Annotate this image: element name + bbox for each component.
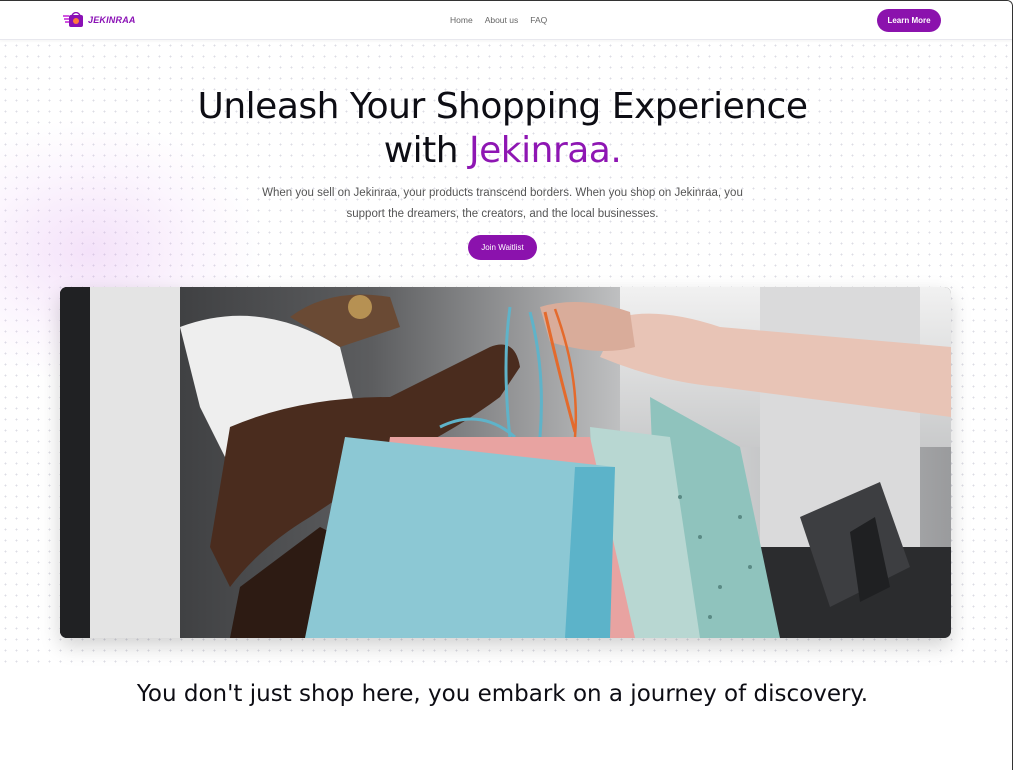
hero-title-brand: Jekinraa.: [469, 130, 622, 171]
brand-logo[interactable]: JEKINRAA: [63, 11, 136, 28]
browser-window: JEKINRAA Home About us FAQ Learn More Un…: [0, 0, 1013, 770]
hero-title-prefix: with: [383, 130, 470, 171]
nav-link-faq[interactable]: FAQ: [530, 15, 547, 25]
nav-link-about[interactable]: About us: [485, 15, 519, 25]
nav-links: Home About us FAQ: [450, 15, 547, 25]
learn-more-button[interactable]: Learn More: [877, 9, 941, 32]
hero-image-shopping-bags: [60, 287, 951, 638]
brand-name: JEKINRAA: [88, 15, 136, 25]
section-tagline: You don't just shop here, you embark on …: [136, 681, 869, 707]
hero-title-line1: Unleash Your Shopping Experience: [197, 86, 808, 127]
nav-link-home[interactable]: Home: [450, 15, 473, 25]
navbar: JEKINRAA Home About us FAQ Learn More: [0, 1, 1012, 40]
join-waitlist-button[interactable]: Join Waitlist: [468, 235, 537, 260]
hero-subtitle: When you sell on Jekinraa, your products…: [262, 187, 743, 220]
shopping-bag-logo-icon: [63, 11, 85, 28]
hero-title: Unleash Your Shopping Experience with Je…: [0, 85, 1005, 173]
